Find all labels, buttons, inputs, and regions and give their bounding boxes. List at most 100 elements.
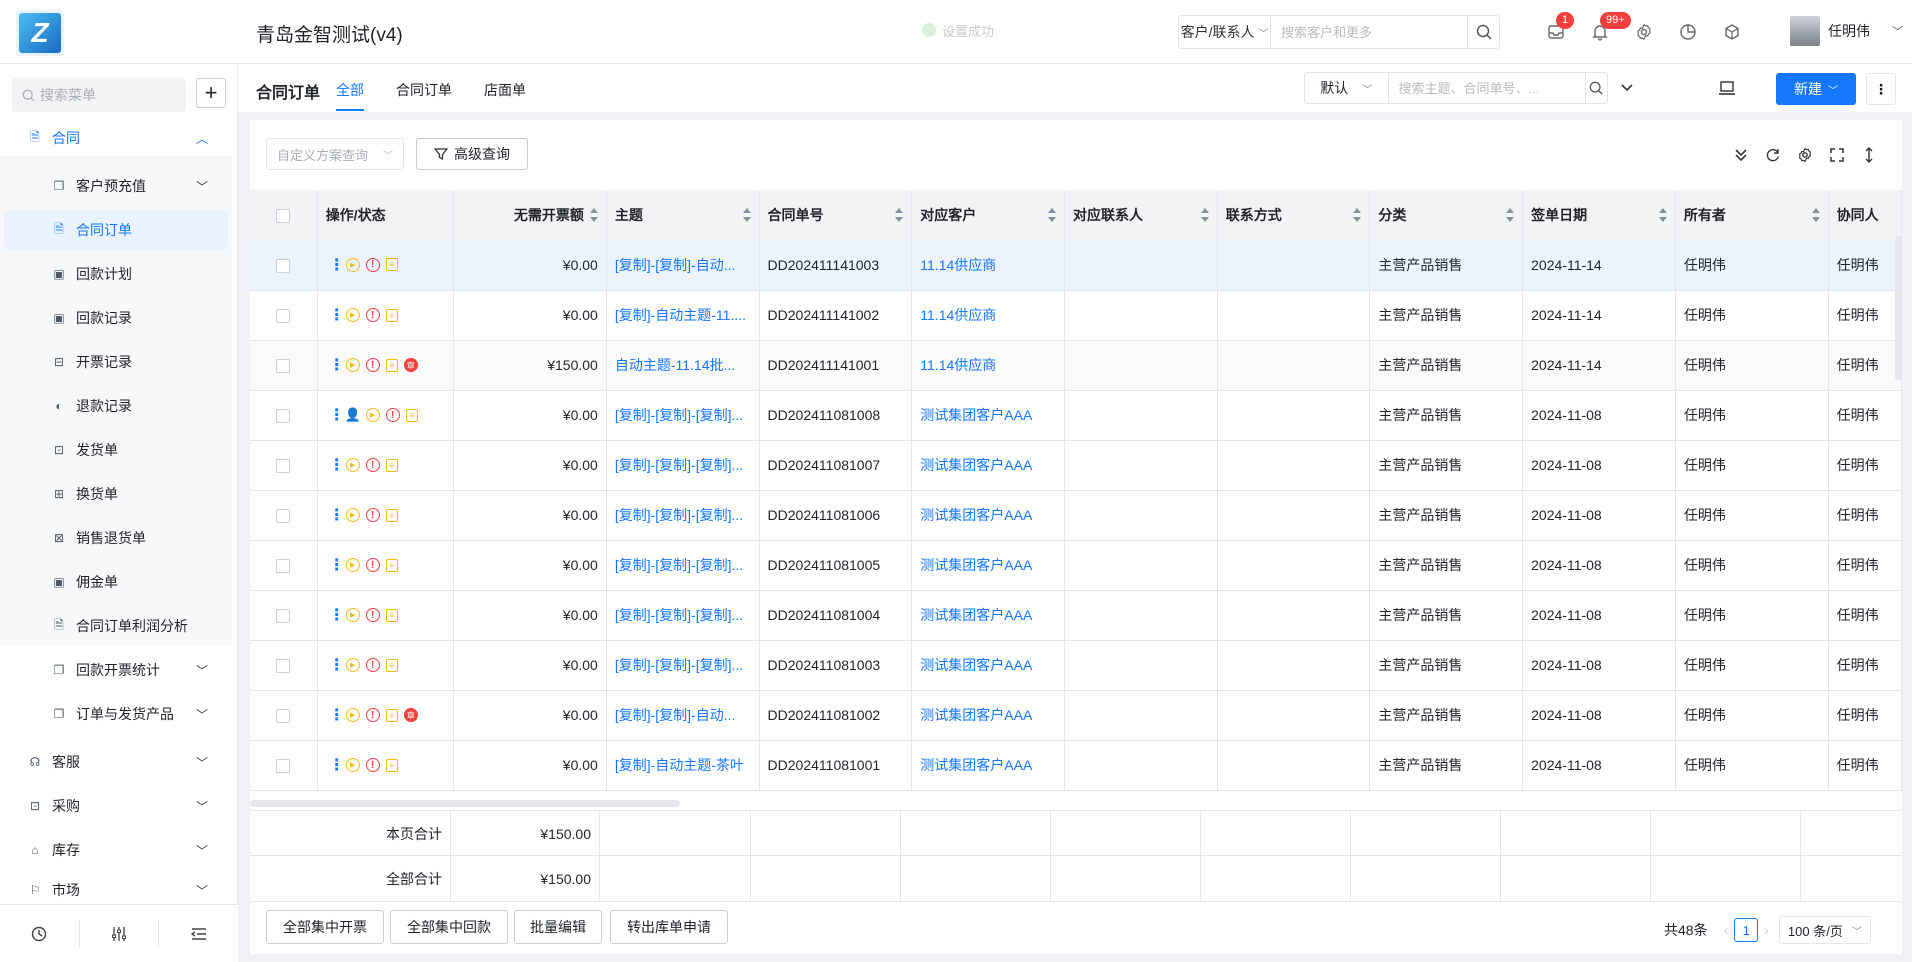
more-vertical-icon[interactable]: ⋮ (329, 607, 345, 624)
customize-menu-button[interactable] (78, 919, 159, 948)
vertical-scrollbar[interactable] (1895, 236, 1902, 380)
subject-link[interactable]: [复制]-自动主题-茶叶 (606, 740, 760, 791)
search-scope-select[interactable]: 客户/联系人 ﹀ (1179, 16, 1272, 48)
custom-query-select[interactable]: 自定义方案查询 ﹀ (266, 138, 404, 170)
customer-link[interactable]: 测试集团客户AAA (911, 640, 1065, 691)
view-select[interactable]: 默认 ﹀ (1305, 73, 1389, 103)
document-icon[interactable]: ≡ (385, 258, 398, 272)
table-row[interactable]: ⋮ ▶! ≡ ¥0.00 [复制]-[复制]-[复制]... DD202411081006… (250, 490, 1903, 541)
more-vertical-icon[interactable]: ⋮ (329, 757, 345, 774)
page-number[interactable]: 1 (1734, 918, 1759, 942)
sort-icon[interactable] (1811, 208, 1820, 222)
subject-link[interactable]: [复制]-[复制]-[复制]... (606, 390, 760, 441)
warning-icon[interactable]: ! (365, 608, 380, 622)
sidebar-item-order-delivery-products[interactable]: ❐ 订单与发货产品 ﹀ (4, 694, 228, 734)
customer-link[interactable]: 测试集团客户AAA (911, 690, 1065, 741)
warning-icon[interactable]: ! (385, 408, 400, 422)
app-logo[interactable]: Z (16, 10, 64, 56)
notification-button[interactable]: 99+ (1588, 12, 1631, 44)
table-settings-button[interactable] (1796, 146, 1814, 164)
more-vertical-icon[interactable]: ⋮ (329, 457, 345, 474)
user-menu[interactable]: 任明伟 ﹀ (1790, 16, 1903, 46)
next-page-icon[interactable]: › (1764, 922, 1769, 938)
document-icon[interactable]: ≡ (385, 508, 398, 522)
global-search-input[interactable] (1271, 16, 1468, 48)
play-circle-icon[interactable]: ▶ (345, 708, 360, 722)
select-all-checkbox[interactable] (276, 209, 291, 224)
batch-edit-button[interactable]: 批量编辑 (514, 910, 602, 944)
row-checkbox[interactable] (276, 659, 291, 674)
batch-invoice-button[interactable]: 全部集中开票 (266, 910, 384, 944)
sidebar-item-exchange[interactable]: ⊞ 换货单 (4, 474, 228, 514)
play-circle-icon[interactable]: ▶ (345, 458, 360, 472)
sort-icon[interactable] (1200, 208, 1209, 222)
col-header-customer[interactable]: 对应客户 (911, 190, 1065, 240)
warning-icon[interactable]: ! (365, 257, 380, 272)
fullscreen-button[interactable] (1828, 146, 1846, 164)
sidebar-item-market[interactable]: ⚐ 市场 ﹀ (4, 874, 228, 906)
subject-link[interactable]: [复制]-[复制]-自动... (606, 240, 760, 291)
warning-icon[interactable]: ! (365, 308, 380, 322)
customer-link[interactable]: 11.14供应商 (911, 240, 1065, 291)
row-height-button[interactable] (1860, 146, 1878, 164)
sort-icon[interactable] (1047, 208, 1056, 222)
play-circle-icon[interactable]: ▶ (345, 308, 360, 322)
collapse-all-button[interactable] (1732, 146, 1750, 164)
sidebar-item-contract-order[interactable]: 🗎 合同订单 (4, 210, 228, 250)
sort-icon[interactable] (1658, 208, 1667, 222)
document-icon[interactable]: ≡ (385, 708, 398, 722)
warning-icon[interactable]: ! (365, 458, 380, 472)
subject-link[interactable]: [复制]-[复制]-自动... (606, 690, 760, 741)
row-checkbox[interactable] (276, 409, 291, 424)
batch-payment-button[interactable]: 全部集中回款 (390, 910, 508, 944)
sort-icon[interactable] (895, 208, 904, 222)
print-button[interactable] (1718, 79, 1736, 100)
customer-link[interactable]: 测试集团客户AAA (911, 590, 1065, 641)
play-circle-icon[interactable]: ▶ (345, 758, 360, 772)
col-header-contact[interactable]: 对应联系人 (1064, 190, 1218, 240)
more-vertical-icon[interactable]: ⋮ (329, 557, 345, 574)
subject-link[interactable]: 自动主题-11.14批... (606, 340, 760, 391)
sidebar-item-profit-analysis[interactable]: 🗎 合同订单利润分析 (4, 606, 228, 646)
play-circle-icon[interactable]: ▶ (345, 358, 360, 372)
document-icon[interactable]: ≡ (405, 408, 418, 422)
play-circle-icon[interactable]: ▶ (345, 257, 360, 272)
more-vertical-icon[interactable]: ⋮ (329, 507, 345, 524)
sidebar-item-delivery[interactable]: ⊡ 发货单 (4, 430, 228, 470)
more-vertical-icon[interactable]: ⋮ (329, 307, 345, 324)
play-circle-icon[interactable]: ▶ (345, 608, 360, 622)
row-checkbox[interactable] (276, 309, 291, 324)
document-icon[interactable]: ≡ (385, 758, 398, 772)
table-row[interactable]: ⋮ ▶! ≡ ¥0.00 [复制]-自动主题-11.... DD202411141002 1… (250, 290, 1903, 341)
advanced-query-button[interactable]: 高级查询 (416, 138, 528, 170)
tab-all[interactable]: 全部 (336, 80, 364, 111)
col-header-actions[interactable]: 操作/状态 (317, 190, 455, 240)
apps-button[interactable] (1720, 20, 1744, 44)
sort-icon[interactable] (589, 208, 598, 222)
col-header-subject[interactable]: 主题 (606, 190, 760, 240)
col-header-order-no[interactable]: 合同单号 (759, 190, 913, 240)
user-icon[interactable]: 👤 (345, 407, 361, 422)
col-header-category[interactable]: 分类 (1369, 190, 1524, 240)
col-header-no-invoice-amount[interactable]: 无需开票额 (453, 190, 607, 240)
more-vertical-icon[interactable]: ⋮ (329, 707, 345, 724)
collapse-sidebar-button[interactable] (158, 919, 238, 948)
subject-link[interactable]: [复制]-自动主题-11.... (606, 290, 760, 341)
settings-button[interactable] (1632, 20, 1656, 44)
document-icon[interactable]: ≡ (385, 658, 398, 672)
sort-icon[interactable] (1506, 208, 1515, 222)
outbound-request-button[interactable]: 转出库单申请 (610, 910, 728, 944)
play-circle-icon[interactable]: ▶ (345, 658, 360, 672)
customer-link[interactable]: 测试集团客户AAA (911, 740, 1065, 791)
table-row[interactable]: ⋮ ▶! ≡ 章 ¥0.00 [复制]-[复制]-自动... DD202411081002 测… (250, 690, 1903, 741)
table-row[interactable]: ⋮ ▶! ≡ ¥0.00 [复制]-[复制]-[复制]... DD202411081004… (250, 590, 1903, 641)
row-checkbox[interactable] (276, 759, 291, 774)
add-menu-button[interactable]: + (196, 78, 226, 108)
document-icon[interactable]: ≡ (385, 358, 398, 372)
row-checkbox[interactable] (276, 359, 291, 374)
col-header-collaborator[interactable]: 协同人 (1828, 190, 1903, 240)
horizontal-scrollbar[interactable] (250, 800, 680, 807)
more-vertical-icon[interactable]: ⋮ (329, 407, 345, 424)
document-icon[interactable]: ≡ (385, 458, 398, 472)
row-checkbox[interactable] (276, 709, 291, 724)
